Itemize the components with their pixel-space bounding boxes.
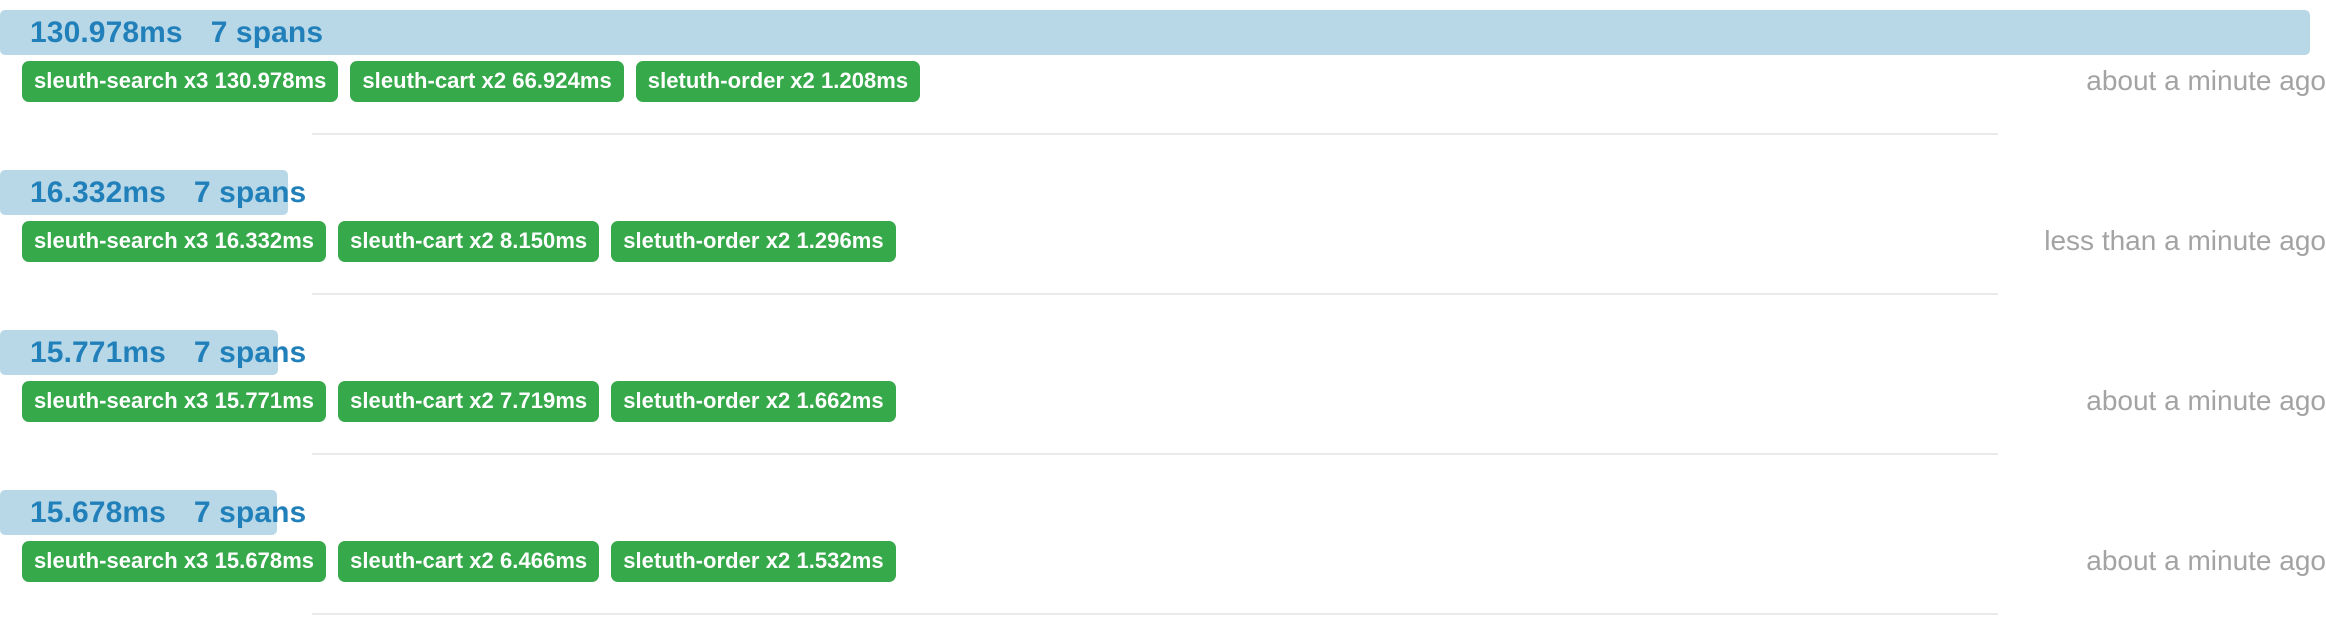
trace-row[interactable]: 16.332ms 7 spans sleuth-search x3 16.332ms…: [0, 160, 2326, 320]
service-pill-row: sleuth-search x3 15.678ms sleuth-cart x2 …: [22, 540, 896, 582]
row-divider: [312, 453, 1998, 455]
row-divider: [312, 293, 1998, 295]
trace-duration: 15.771ms: [30, 336, 166, 369]
duration-label: 16.332ms 7 spans: [30, 170, 306, 215]
service-pill[interactable]: sletuth-order x2 1.296ms: [611, 220, 896, 262]
trace-span-count: 7 spans: [193, 496, 307, 529]
trace-timestamp: about a minute ago: [2086, 65, 2326, 96]
trace-span-count: 7 spans: [193, 176, 307, 209]
service-pill[interactable]: sleuth-cart x2 8.150ms: [338, 220, 600, 262]
service-pill[interactable]: sleuth-cart x2 66.924ms: [350, 60, 624, 102]
duration-bar-track: 15.771ms 7 spans: [0, 330, 2310, 375]
trace-timestamp: about a minute ago: [2086, 545, 2326, 576]
trace-row[interactable]: 15.771ms 7 spans sleuth-search x3 15.771ms…: [0, 320, 2326, 480]
service-pill[interactable]: sleuth-cart x2 6.466ms: [338, 540, 600, 582]
trace-row[interactable]: 130.978ms 7 spans sleuth-search x3 130.978…: [0, 0, 2326, 160]
service-pill[interactable]: sletuth-order x2 1.532ms: [611, 540, 896, 582]
service-pill-row: sleuth-search x3 130.978ms sleuth-cart x2…: [22, 60, 921, 102]
trace-duration: 16.332ms: [30, 176, 166, 209]
trace-timestamp: about a minute ago: [2086, 385, 2326, 416]
service-pill-row: sleuth-search x3 16.332ms sleuth-cart x2 …: [22, 220, 896, 262]
trace-list: 130.978ms 7 spans sleuth-search x3 130.978…: [0, 0, 2326, 640]
duration-label: 130.978ms 7 spans: [30, 10, 323, 55]
service-pill[interactable]: sleuth-search x3 130.978ms: [22, 60, 339, 102]
duration-label: 15.771ms 7 spans: [30, 330, 306, 375]
row-divider: [312, 133, 1998, 135]
duration-bar: [0, 10, 2310, 55]
row-divider: [312, 613, 1998, 615]
duration-label: 15.678ms 7 spans: [30, 490, 306, 535]
trace-timestamp: less than a minute ago: [2044, 225, 2326, 256]
trace-duration: 130.978ms: [30, 16, 183, 49]
service-pill[interactable]: sleuth-cart x2 7.719ms: [338, 380, 600, 422]
trace-row[interactable]: 15.678ms 7 spans sleuth-search x3 15.678ms…: [0, 480, 2326, 640]
service-pill[interactable]: sletuth-order x2 1.208ms: [635, 60, 921, 102]
trace-duration: 15.678ms: [30, 496, 166, 529]
duration-bar-track: 15.678ms 7 spans: [0, 490, 2310, 535]
duration-bar-track: 130.978ms 7 spans: [0, 10, 2310, 55]
trace-span-count: 7 spans: [193, 336, 307, 369]
service-pill[interactable]: sleuth-search x3 16.332ms: [22, 220, 327, 262]
service-pill[interactable]: sleuth-search x3 15.678ms: [22, 540, 327, 582]
service-pill[interactable]: sleuth-search x3 15.771ms: [22, 380, 327, 422]
service-pill[interactable]: sletuth-order x2 1.662ms: [611, 380, 896, 422]
duration-bar-track: 16.332ms 7 spans: [0, 170, 2310, 215]
trace-span-count: 7 spans: [210, 16, 324, 49]
service-pill-row: sleuth-search x3 15.771ms sleuth-cart x2 …: [22, 380, 896, 422]
